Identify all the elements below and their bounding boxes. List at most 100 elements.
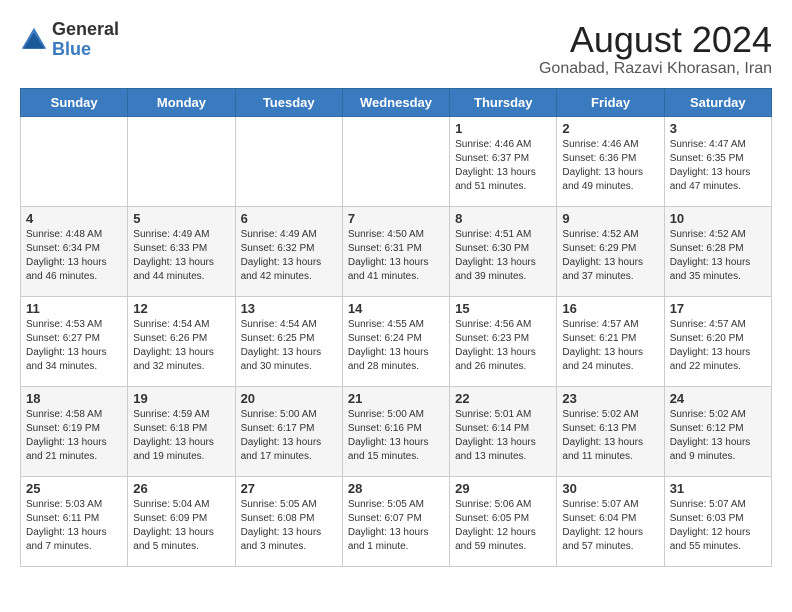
day-number: 29 [455, 481, 551, 496]
calendar-header: SundayMondayTuesdayWednesdayThursdayFrid… [21, 88, 772, 116]
cell-content: Sunrise: 4:47 AM Sunset: 6:35 PM Dayligh… [670, 138, 766, 194]
day-number: 22 [455, 391, 551, 406]
day-number: 10 [670, 211, 766, 226]
header-day-saturday: Saturday [664, 88, 771, 116]
calendar-cell: 3 Sunrise: 4:47 AM Sunset: 6:35 PM Daylig… [664, 116, 771, 206]
cell-content: Sunrise: 4:49 AM Sunset: 6:32 PM Dayligh… [241, 228, 337, 284]
day-number: 2 [562, 121, 658, 136]
day-number: 20 [241, 391, 337, 406]
cell-content: Sunrise: 5:02 AM Sunset: 6:12 PM Dayligh… [670, 408, 766, 464]
calendar-cell: 18 Sunrise: 4:58 AM Sunset: 6:19 PM Dayli… [21, 386, 128, 476]
logo-icon [20, 26, 48, 54]
calendar-cell: 25Sunrise: 5:03 AM Sunset: 6:11 PM Dayli… [21, 476, 128, 566]
day-number: 19 [133, 391, 229, 406]
cell-content: Sunrise: 4:55 AM Sunset: 6:24 PM Dayligh… [348, 318, 444, 374]
day-number: 1 [455, 121, 551, 136]
day-number: 28 [348, 481, 444, 496]
cell-content: Sunrise: 5:07 AM Sunset: 6:03 PM Dayligh… [670, 498, 766, 554]
calendar-cell: 15 Sunrise: 4:56 AM Sunset: 6:23 PM Dayli… [450, 296, 557, 386]
day-number: 4 [26, 211, 122, 226]
cell-content: Sunrise: 5:05 AM Sunset: 6:08 PM Dayligh… [241, 498, 337, 554]
calendar-cell: 4Sunrise: 4:48 AM Sunset: 6:34 PM Daylig… [21, 206, 128, 296]
calendar-cell: 9Sunrise: 4:52 AM Sunset: 6:29 PM Daylig… [557, 206, 664, 296]
day-number: 24 [670, 391, 766, 406]
calendar-cell [342, 116, 449, 206]
calendar-cell [128, 116, 235, 206]
cell-content: Sunrise: 4:52 AM Sunset: 6:28 PM Dayligh… [670, 228, 766, 284]
week-row-4: 18 Sunrise: 4:58 AM Sunset: 6:19 PM Dayli… [21, 386, 772, 476]
cell-content: Sunrise: 4:50 AM Sunset: 6:31 PM Dayligh… [348, 228, 444, 284]
cell-content: Sunrise: 5:00 AM Sunset: 6:17 PM Dayligh… [241, 408, 337, 464]
day-number: 27 [241, 481, 337, 496]
cell-content: Sunrise: 4:57 AM Sunset: 6:21 PM Dayligh… [562, 318, 658, 374]
week-row-5: 25Sunrise: 5:03 AM Sunset: 6:11 PM Dayli… [21, 476, 772, 566]
cell-content: Sunrise: 4:58 AM Sunset: 6:19 PM Dayligh… [26, 408, 122, 464]
day-number: 31 [670, 481, 766, 496]
cell-content: Sunrise: 4:49 AM Sunset: 6:33 PM Dayligh… [133, 228, 229, 284]
calendar-cell: 27 Sunrise: 5:05 AM Sunset: 6:08 PM Dayli… [235, 476, 342, 566]
calendar-cell: 13 Sunrise: 4:54 AM Sunset: 6:25 PM Dayli… [235, 296, 342, 386]
cell-content: Sunrise: 4:54 AM Sunset: 6:25 PM Dayligh… [241, 318, 337, 374]
cell-content: Sunrise: 4:56 AM Sunset: 6:23 PM Dayligh… [455, 318, 551, 374]
day-number: 18 [26, 391, 122, 406]
calendar-table: SundayMondayTuesdayWednesdayThursdayFrid… [20, 88, 772, 567]
calendar-cell: 19 Sunrise: 4:59 AM Sunset: 6:18 PM Dayli… [128, 386, 235, 476]
calendar-cell: 10 Sunrise: 4:52 AM Sunset: 6:28 PM Dayli… [664, 206, 771, 296]
day-number: 9 [562, 211, 658, 226]
cell-content: Sunrise: 5:04 AM Sunset: 6:09 PM Dayligh… [133, 498, 229, 554]
calendar-body: 1 Sunrise: 4:46 AM Sunset: 6:37 PM Daylig… [21, 116, 772, 566]
day-number: 11 [26, 301, 122, 316]
day-number: 3 [670, 121, 766, 136]
day-number: 8 [455, 211, 551, 226]
cell-content: Sunrise: 5:01 AM Sunset: 6:14 PM Dayligh… [455, 408, 551, 464]
logo: General Blue [20, 20, 119, 60]
location-subtitle: Gonabad, Razavi Khorasan, Iran [539, 60, 772, 78]
day-number: 14 [348, 301, 444, 316]
day-number: 15 [455, 301, 551, 316]
cell-content: Sunrise: 5:07 AM Sunset: 6:04 PM Dayligh… [562, 498, 658, 554]
logo-general: General [52, 20, 119, 40]
header-day-friday: Friday [557, 88, 664, 116]
week-row-3: 11Sunrise: 4:53 AM Sunset: 6:27 PM Dayli… [21, 296, 772, 386]
cell-content: Sunrise: 4:46 AM Sunset: 6:37 PM Dayligh… [455, 138, 551, 194]
day-number: 13 [241, 301, 337, 316]
calendar-cell: 2Sunrise: 4:46 AM Sunset: 6:36 PM Daylig… [557, 116, 664, 206]
calendar-cell: 17Sunrise: 4:57 AM Sunset: 6:20 PM Dayli… [664, 296, 771, 386]
day-number: 16 [562, 301, 658, 316]
calendar-cell: 5Sunrise: 4:49 AM Sunset: 6:33 PM Daylig… [128, 206, 235, 296]
cell-content: Sunrise: 4:59 AM Sunset: 6:18 PM Dayligh… [133, 408, 229, 464]
calendar-cell: 30 Sunrise: 5:07 AM Sunset: 6:04 PM Dayli… [557, 476, 664, 566]
logo-text: General Blue [52, 20, 119, 60]
cell-content: Sunrise: 5:00 AM Sunset: 6:16 PM Dayligh… [348, 408, 444, 464]
cell-content: Sunrise: 5:06 AM Sunset: 6:05 PM Dayligh… [455, 498, 551, 554]
header-day-tuesday: Tuesday [235, 88, 342, 116]
calendar-cell: 6 Sunrise: 4:49 AM Sunset: 6:32 PM Daylig… [235, 206, 342, 296]
header-day-thursday: Thursday [450, 88, 557, 116]
day-number: 26 [133, 481, 229, 496]
day-number: 6 [241, 211, 337, 226]
calendar-cell: 14 Sunrise: 4:55 AM Sunset: 6:24 PM Dayli… [342, 296, 449, 386]
calendar-cell: 8Sunrise: 4:51 AM Sunset: 6:30 PM Daylig… [450, 206, 557, 296]
calendar-cell: 26 Sunrise: 5:04 AM Sunset: 6:09 PM Dayli… [128, 476, 235, 566]
cell-content: Sunrise: 5:03 AM Sunset: 6:11 PM Dayligh… [26, 498, 122, 554]
logo-blue: Blue [52, 40, 119, 60]
calendar-cell: 28 Sunrise: 5:05 AM Sunset: 6:07 PM Dayli… [342, 476, 449, 566]
day-number: 30 [562, 481, 658, 496]
calendar-cell: 24 Sunrise: 5:02 AM Sunset: 6:12 PM Dayli… [664, 386, 771, 476]
calendar-cell: 12 Sunrise: 4:54 AM Sunset: 6:26 PM Dayli… [128, 296, 235, 386]
header-row: SundayMondayTuesdayWednesdayThursdayFrid… [21, 88, 772, 116]
calendar-cell: 11Sunrise: 4:53 AM Sunset: 6:27 PM Dayli… [21, 296, 128, 386]
calendar-cell: 21Sunrise: 5:00 AM Sunset: 6:16 PM Dayli… [342, 386, 449, 476]
day-number: 7 [348, 211, 444, 226]
header-day-wednesday: Wednesday [342, 88, 449, 116]
cell-content: Sunrise: 5:05 AM Sunset: 6:07 PM Dayligh… [348, 498, 444, 554]
page-header: General Blue August 2024 Gonabad, Razavi… [20, 20, 772, 78]
cell-content: Sunrise: 5:02 AM Sunset: 6:13 PM Dayligh… [562, 408, 658, 464]
calendar-cell: 16 Sunrise: 4:57 AM Sunset: 6:21 PM Dayli… [557, 296, 664, 386]
calendar-cell: 23Sunrise: 5:02 AM Sunset: 6:13 PM Dayli… [557, 386, 664, 476]
day-number: 12 [133, 301, 229, 316]
calendar-cell: 20 Sunrise: 5:00 AM Sunset: 6:17 PM Dayli… [235, 386, 342, 476]
calendar-cell: 22 Sunrise: 5:01 AM Sunset: 6:14 PM Dayli… [450, 386, 557, 476]
calendar-cell [21, 116, 128, 206]
cell-content: Sunrise: 4:54 AM Sunset: 6:26 PM Dayligh… [133, 318, 229, 374]
